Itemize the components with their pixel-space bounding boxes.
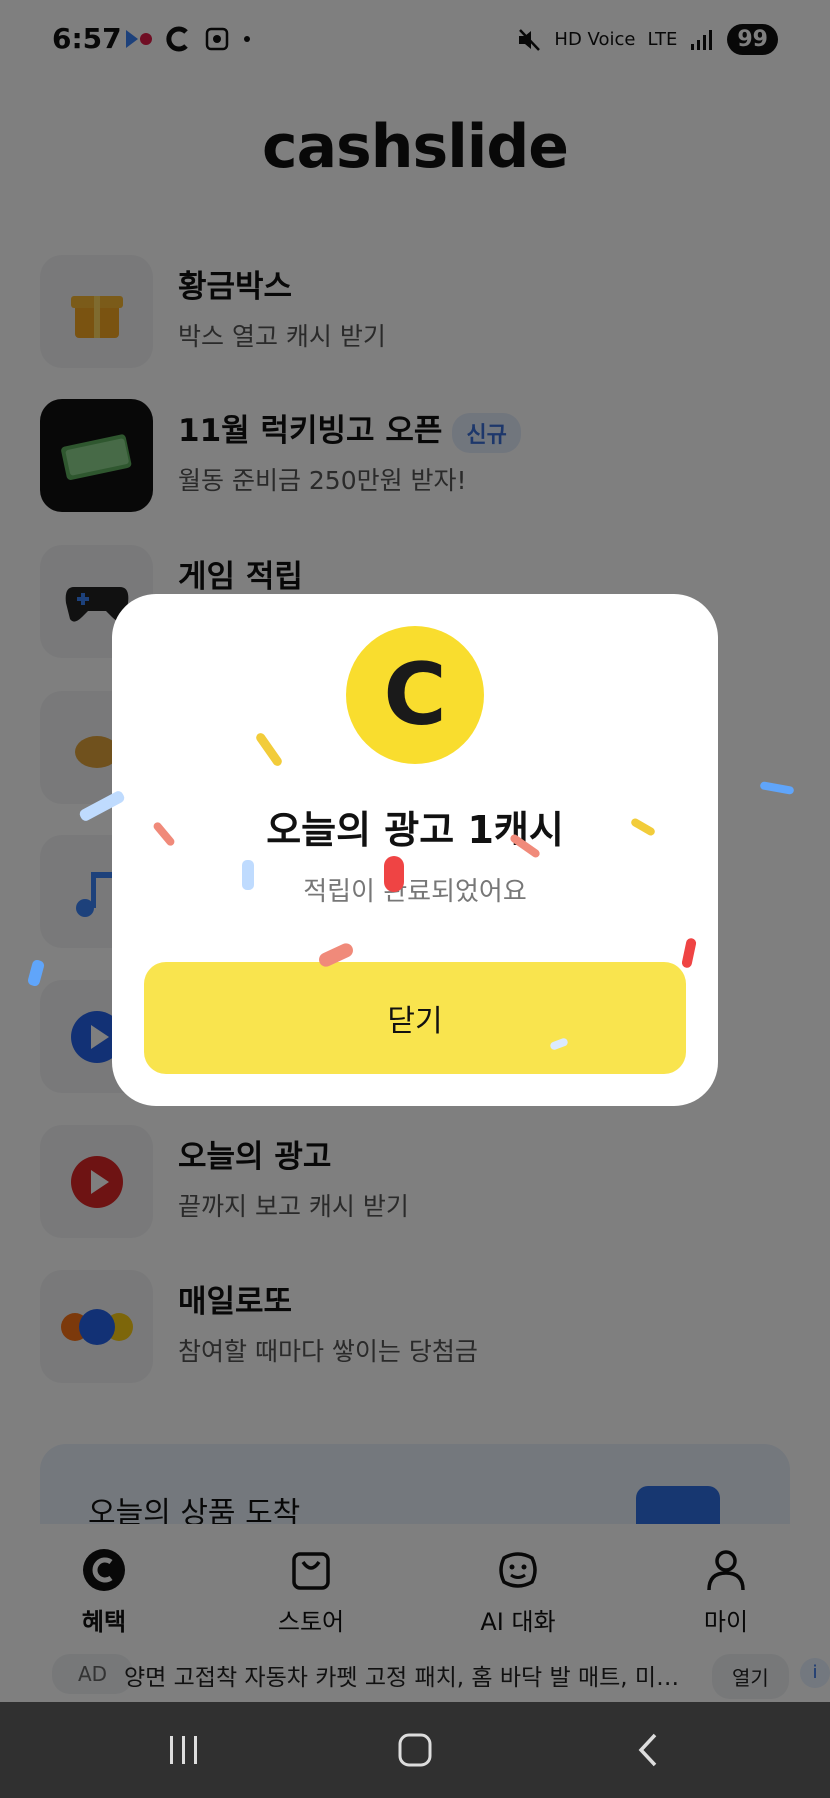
back-button[interactable]	[608, 1726, 688, 1774]
system-nav-bar	[0, 1702, 830, 1798]
recent-apps-button[interactable]	[144, 1726, 224, 1774]
dialog-title: 오늘의 광고 1캐시	[266, 808, 564, 852]
close-button[interactable]: 닫기	[144, 962, 686, 1074]
app-screen: 6:57 HD Voice LTE 99 cashslide 황금박스 박스 열…	[0, 0, 830, 1798]
confetti-piece	[384, 856, 404, 892]
cash-coin-icon: C	[346, 626, 484, 764]
reward-dialog: C 오늘의 광고 1캐시 적립이 완료되었어요 닫기	[112, 594, 718, 1106]
home-icon	[398, 1733, 432, 1767]
recent-apps-icon	[170, 1736, 197, 1764]
dialog-subtitle: 적립이 완료되었어요	[303, 877, 527, 907]
back-icon	[638, 1733, 657, 1767]
home-button[interactable]	[375, 1726, 455, 1774]
confetti-piece	[242, 860, 254, 890]
